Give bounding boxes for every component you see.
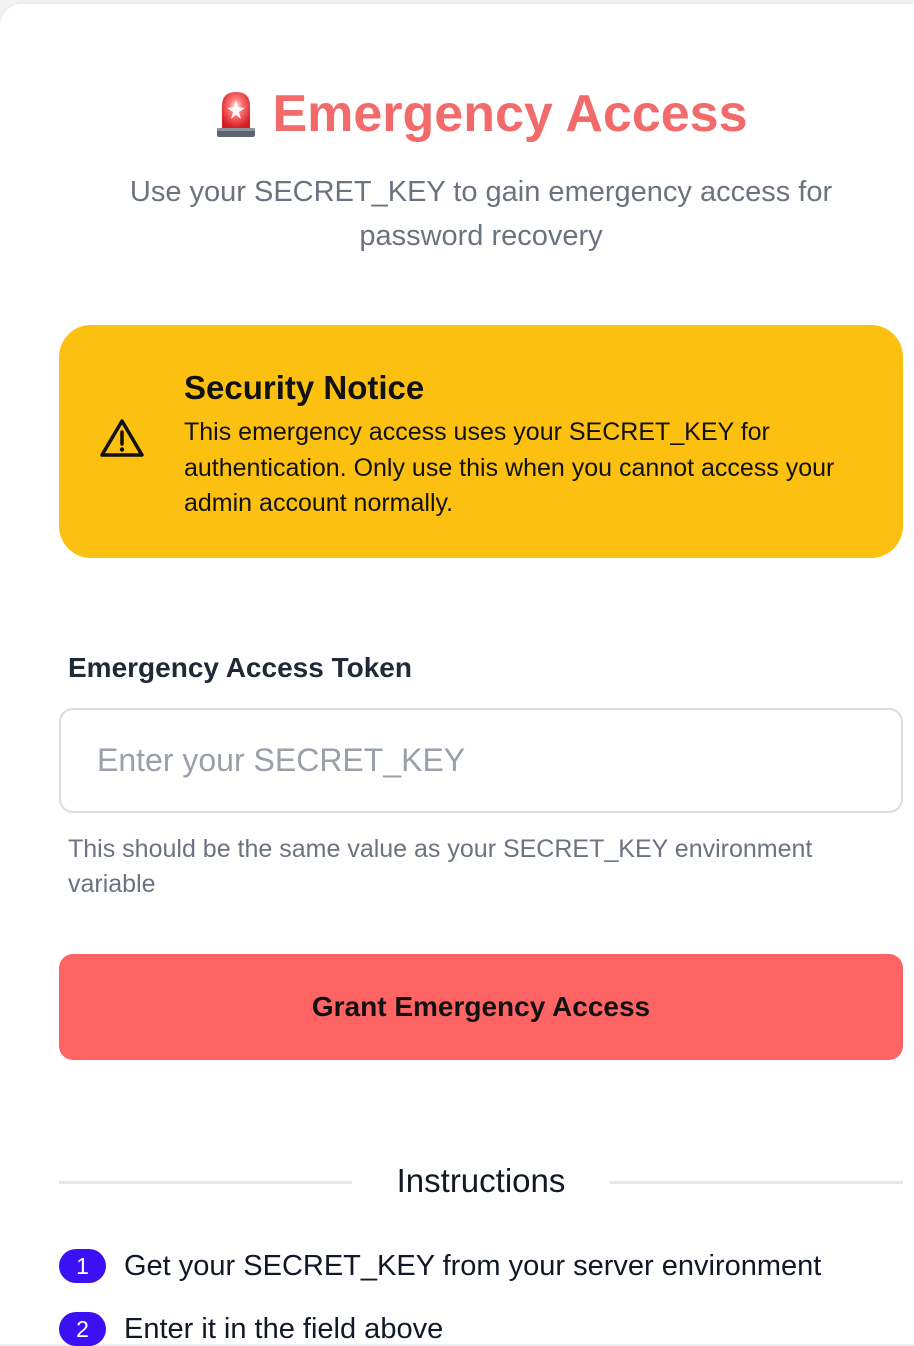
- step-number-badge: 2: [59, 1312, 106, 1346]
- page-subtitle: Use your SECRET_KEY to gain emergency ac…: [129, 176, 833, 252]
- divider-left: [59, 1181, 352, 1184]
- emergency-access-card: Emergency Access Use your SECRET_KEY to …: [0, 4, 914, 1346]
- grant-access-button[interactable]: Grant Emergency Access: [59, 954, 903, 1060]
- security-notice: Security Notice This emergency access us…: [59, 325, 903, 558]
- notice-title: Security Notice: [184, 369, 425, 406]
- instruction-step: 2 Enter it in the field above: [59, 1312, 443, 1346]
- step-number-badge: 1: [59, 1249, 106, 1283]
- token-input[interactable]: [59, 708, 903, 813]
- token-help-text: This should be the same value as your SE…: [68, 835, 813, 898]
- step-text: Enter it in the field above: [124, 1312, 444, 1345]
- instruction-step: 1 Get your SECRET_KEY from your server e…: [59, 1249, 821, 1283]
- page-title: Emergency Access: [214, 84, 748, 144]
- token-label: Emergency Access Token: [68, 652, 412, 683]
- title-text: Emergency Access: [272, 85, 748, 143]
- siren-icon: [217, 92, 256, 137]
- divider-right: [610, 1181, 903, 1184]
- notice-body: This emergency access uses your SECRET_K…: [184, 418, 835, 517]
- instructions-heading: Instructions: [396, 1162, 566, 1199]
- page-header: Emergency Access: [0, 84, 914, 145]
- warning-triangle-icon: [100, 419, 144, 457]
- step-text: Get your SECRET_KEY from your server env…: [124, 1249, 822, 1282]
